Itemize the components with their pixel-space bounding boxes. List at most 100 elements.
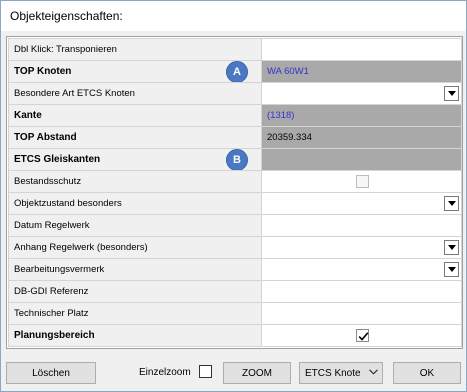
property-label-cell: Anhang Regelwerk (besonders) <box>8 236 262 259</box>
property-checkbox[interactable] <box>355 329 369 342</box>
property-label: Anhang Regelwerk (besonders) <box>14 242 148 253</box>
delete-button-label: Löschen <box>32 367 70 379</box>
property-value-cell[interactable] <box>261 258 462 281</box>
property-value-cell[interactable] <box>261 192 462 215</box>
title-bar: Objekteigenschaften: <box>1 1 466 31</box>
object-type-select-value: ETCS Knote <box>305 367 361 379</box>
property-label-cell: Bearbeitungsvermerk <box>8 258 262 281</box>
property-row: DB-GDI Referenz <box>8 280 462 303</box>
property-row: Technischer Platz <box>8 302 462 325</box>
dropdown-arrow-icon <box>447 245 456 250</box>
property-label-wrap: Anhang Regelwerk (besonders) <box>14 238 257 258</box>
property-label: Dbl Klick: Transponieren <box>14 44 117 55</box>
property-label: ETCS Gleiskanten <box>14 154 101 165</box>
property-label-wrap: DB-GDI Referenz <box>14 282 257 302</box>
object-type-select[interactable]: ETCS Knote <box>299 362 383 384</box>
property-label-cell: Besondere Art ETCS Knoten <box>8 82 262 105</box>
property-label-wrap: Kante <box>14 106 257 126</box>
object-properties-dialog: Objekteigenschaften: Dbl Klick: Transpon… <box>0 0 467 392</box>
property-label-cell: DB-GDI Referenz <box>8 280 262 303</box>
property-label-wrap: Datum Regelwerk <box>14 216 257 236</box>
property-label-wrap: Dbl Klick: Transponieren <box>14 40 257 60</box>
property-value-cell[interactable] <box>261 38 462 61</box>
property-label: DB-GDI Referenz <box>14 286 89 297</box>
property-label-cell: TOP Abstand <box>8 126 262 149</box>
property-label-cell: Technischer Platz <box>8 302 262 325</box>
property-label-cell: Dbl Klick: Transponieren <box>8 38 262 61</box>
property-label: TOP Knoten <box>14 66 72 77</box>
property-value-select[interactable] <box>267 260 459 280</box>
property-label: Objektzustand besonders <box>14 198 122 209</box>
property-label-cell: Kante <box>8 104 262 127</box>
property-label-wrap: Planungsbereich <box>14 326 257 346</box>
property-value-select[interactable] <box>267 84 459 104</box>
dialog-title: Objekteigenschaften: <box>10 9 123 23</box>
dropdown-button[interactable] <box>444 240 459 255</box>
property-value-cell[interactable]: (1318) <box>261 104 462 127</box>
property-label: Datum Regelwerk <box>14 220 90 231</box>
property-label: TOP Abstand <box>14 132 77 143</box>
property-label-wrap: Bestandsschutz <box>14 172 257 192</box>
property-label: Kante <box>14 110 42 121</box>
property-label: Besondere Art ETCS Knoten <box>14 88 135 99</box>
property-value-cell[interactable] <box>261 236 462 259</box>
dropdown-arrow-icon <box>447 267 456 272</box>
dropdown-arrow-icon <box>447 91 456 96</box>
property-label-wrap: Besondere Art ETCS Knoten <box>14 84 257 104</box>
property-value: 20359.334 <box>267 132 312 143</box>
property-label-wrap: Objektzustand besonders <box>14 194 257 214</box>
property-label: Planungsbereich <box>14 330 95 341</box>
property-label: Technischer Platz <box>14 308 89 319</box>
property-label-cell: Objektzustand besonders <box>8 192 262 215</box>
property-row: Objektzustand besonders <box>8 192 462 215</box>
property-label-cell: Bestandsschutz <box>8 170 262 193</box>
chevron-down-icon <box>369 369 378 375</box>
property-label-wrap: Technischer Platz <box>14 304 257 324</box>
checkmark-icon <box>358 332 368 341</box>
delete-button[interactable]: Löschen <box>6 362 96 384</box>
property-row: Kante (1318) <box>8 104 462 127</box>
property-row: Dbl Klick: Transponieren <box>8 38 462 61</box>
dropdown-button[interactable] <box>444 196 459 211</box>
property-value-cell[interactable] <box>261 324 462 347</box>
property-grid-frame: Dbl Klick: Transponieren TOP Knoten A WA 60… <box>6 36 463 349</box>
dropdown-arrow-icon <box>447 201 456 206</box>
property-row: Datum Regelwerk <box>8 214 462 237</box>
property-value-cell[interactable] <box>261 280 462 303</box>
ok-button[interactable]: OK <box>393 362 461 384</box>
property-label-wrap: Bearbeitungsvermerk <box>14 260 257 280</box>
property-row: Besondere Art ETCS Knoten <box>8 82 462 105</box>
property-row: Bestandsschutz <box>8 170 462 193</box>
dropdown-button[interactable] <box>444 86 459 101</box>
einzelzoom-label: Einzelzoom <box>139 367 191 378</box>
button-bar: Löschen Einzelzoom ZOOM ETCS Knote OK <box>1 353 466 391</box>
property-value: WA 60W1 <box>267 66 309 77</box>
annotation-badge: B <box>226 149 248 170</box>
property-value-cell[interactable] <box>261 170 462 193</box>
property-label-cell: ETCS Gleiskanten B <box>8 148 262 171</box>
property-value-cell[interactable] <box>261 302 462 325</box>
property-value-cell[interactable] <box>261 148 462 171</box>
property-value-cell[interactable]: 20359.334 <box>261 126 462 149</box>
property-row: TOP Knoten A WA 60W1 <box>8 60 462 83</box>
property-value-select[interactable] <box>267 194 459 214</box>
annotation-badge: A <box>226 61 248 82</box>
property-value-cell[interactable]: WA 60W1 <box>261 60 462 83</box>
property-value-cell[interactable] <box>261 214 462 237</box>
property-row: Bearbeitungsvermerk <box>8 258 462 281</box>
property-label-wrap: TOP Abstand <box>14 128 257 148</box>
property-value-select[interactable] <box>267 238 459 258</box>
property-row: ETCS Gleiskanten B <box>8 148 462 171</box>
property-label-cell: Datum Regelwerk <box>8 214 262 237</box>
property-row: TOP Abstand 20359.334 <box>8 126 462 149</box>
zoom-button[interactable]: ZOOM <box>223 362 291 384</box>
property-grid: Dbl Klick: Transponieren TOP Knoten A WA 60… <box>8 38 462 347</box>
ok-button-label: OK <box>419 367 435 379</box>
property-value-cell[interactable] <box>261 82 462 105</box>
dropdown-button[interactable] <box>444 262 459 277</box>
property-row: Anhang Regelwerk (besonders) <box>8 236 462 259</box>
property-label-wrap: ETCS Gleiskanten B <box>14 149 257 170</box>
property-label: Bearbeitungsvermerk <box>14 264 105 275</box>
einzelzoom-checkbox[interactable] <box>199 365 212 378</box>
property-value: (1318) <box>267 110 295 121</box>
